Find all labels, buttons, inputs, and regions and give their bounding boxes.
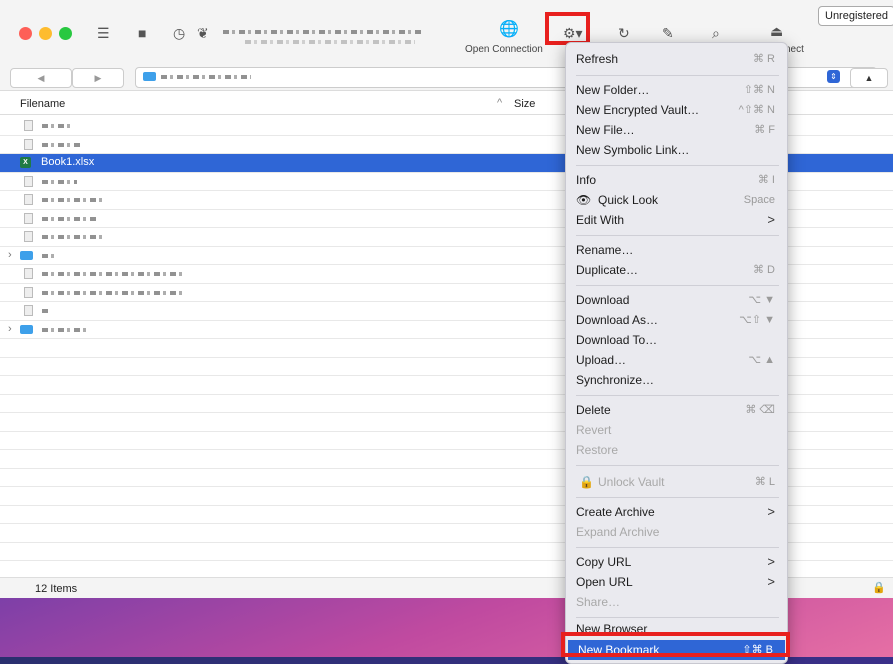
disclosure-chevron-icon[interactable]: › — [8, 249, 12, 261]
menu-item-expand-archive: Expand Archive — [576, 525, 660, 539]
menu-item-unlock-vault: 🔒 Unlock Vault ⌘ L — [576, 472, 779, 492]
menu-item-restore: Restore — [576, 443, 619, 457]
menu-item-copy-url[interactable]: Copy URL > — [576, 552, 779, 572]
file-icon — [24, 138, 33, 150]
menu-item-download-as[interactable]: Download As… ⌥⇧ ▼ — [576, 310, 779, 330]
size-column-header[interactable]: Size — [514, 98, 535, 110]
menu-item-delete[interactable]: Delete ⌘ ⌫ — [576, 400, 779, 420]
file-name: Book1.xlsx — [41, 156, 95, 168]
back-button[interactable]: ◀ — [10, 68, 72, 88]
bookmarks-icon[interactable]: ■ — [138, 25, 146, 41]
menu-item-synchronize[interactable]: Synchronize… — [576, 370, 779, 390]
parent-folder-button[interactable]: ▲ — [850, 68, 888, 88]
open-connection-label[interactable]: Open Connection — [465, 44, 543, 55]
menu-item-new-symbolic-link[interactable]: New Symbolic Link… — [576, 140, 779, 160]
menu-item-download[interactable]: Download ⌥ ▼ — [576, 290, 779, 310]
submenu-chevron-icon: > — [767, 554, 775, 569]
zoom-window-button[interactable] — [59, 27, 72, 40]
refresh-icon[interactable]: ↻ — [618, 25, 630, 41]
folder-icon — [20, 250, 33, 260]
minimize-window-button[interactable] — [39, 27, 52, 40]
lock-icon: 🔒 — [579, 475, 594, 489]
action-button-highlight — [545, 12, 590, 45]
unregistered-badge[interactable]: Unregistered — [818, 6, 893, 26]
search-icon[interactable]: ⌕ — [712, 25, 720, 41]
lock-icon: 🔒 — [872, 582, 886, 594]
menu-item-quick-look[interactable]: 👁 Quick Look Space — [576, 190, 779, 210]
file-icon — [24, 212, 33, 224]
disconnect-icon[interactable]: ⏏ — [770, 23, 783, 39]
file-icon — [24, 231, 33, 242]
menu-item-download-to[interactable]: Download To… — [576, 330, 779, 350]
path-dropdown-icon[interactable]: ⇕ — [827, 70, 840, 83]
path-text — [161, 75, 251, 79]
file-icon — [24, 286, 33, 298]
menu-item-rename[interactable]: Rename… — [576, 240, 779, 260]
menu-item-info[interactable]: Info ⌘ I — [576, 170, 779, 190]
connection-subtitle — [245, 40, 415, 44]
close-window-button[interactable] — [19, 27, 32, 40]
open-connection-icon[interactable]: 🌐 — [499, 22, 519, 38]
folder-icon — [143, 72, 156, 81]
file-icon — [24, 120, 33, 131]
file-icon — [24, 268, 33, 279]
item-count: 12 Items — [35, 583, 78, 595]
bonjour-icon[interactable]: ❦ — [197, 25, 209, 41]
eye-icon: 👁 — [576, 193, 592, 207]
menu-item-new-folder[interactable]: New Folder… ⇧⌘ N — [576, 80, 779, 100]
menu-item-new-encrypted-vault[interactable]: New Encrypted Vault… ^⇧⌘ N — [576, 100, 779, 120]
menu-item-revert: Revert — [576, 423, 612, 437]
menu-item-create-archive[interactable]: Create Archive > — [576, 502, 779, 522]
submenu-chevron-icon: > — [767, 504, 775, 519]
new-bookmark-highlight — [561, 632, 790, 657]
menu-item-share: Share… — [576, 595, 621, 609]
menu-item-refresh[interactable]: Refresh ⌘ R — [576, 49, 779, 69]
disclosure-chevron-icon[interactable]: › — [8, 323, 12, 335]
submenu-chevron-icon: > — [767, 212, 775, 227]
sort-ascending-icon: ^ — [497, 97, 503, 109]
file-icon — [24, 175, 33, 187]
menu-item-open-url[interactable]: Open URL > — [576, 572, 779, 592]
action-menu: Refresh ⌘ R New Folder… ⇧⌘ N New Encrypted… — [565, 42, 788, 664]
history-icon[interactable]: ◷ — [173, 25, 185, 41]
submenu-chevron-icon: > — [767, 574, 775, 589]
menu-item-edit-with[interactable]: Edit With > — [576, 210, 779, 230]
forward-button[interactable]: ▶ — [72, 68, 124, 88]
folder-icon — [20, 324, 33, 334]
menu-item-duplicate[interactable]: Duplicate… ⌘ D — [576, 260, 779, 280]
connection-title — [223, 30, 423, 34]
file-icon — [24, 305, 33, 316]
edit-icon[interactable]: ✎ — [662, 25, 674, 41]
file-icon — [24, 194, 33, 205]
menu-item-new-file[interactable]: New File… ⌘ F — [576, 120, 779, 140]
filename-column-header[interactable]: Filename — [20, 98, 65, 110]
sidebar-toggle-icon[interactable]: ☰ — [97, 25, 110, 41]
menu-item-upload[interactable]: Upload… ⌥ ▲ — [576, 350, 779, 370]
excel-file-icon: X — [20, 157, 31, 168]
